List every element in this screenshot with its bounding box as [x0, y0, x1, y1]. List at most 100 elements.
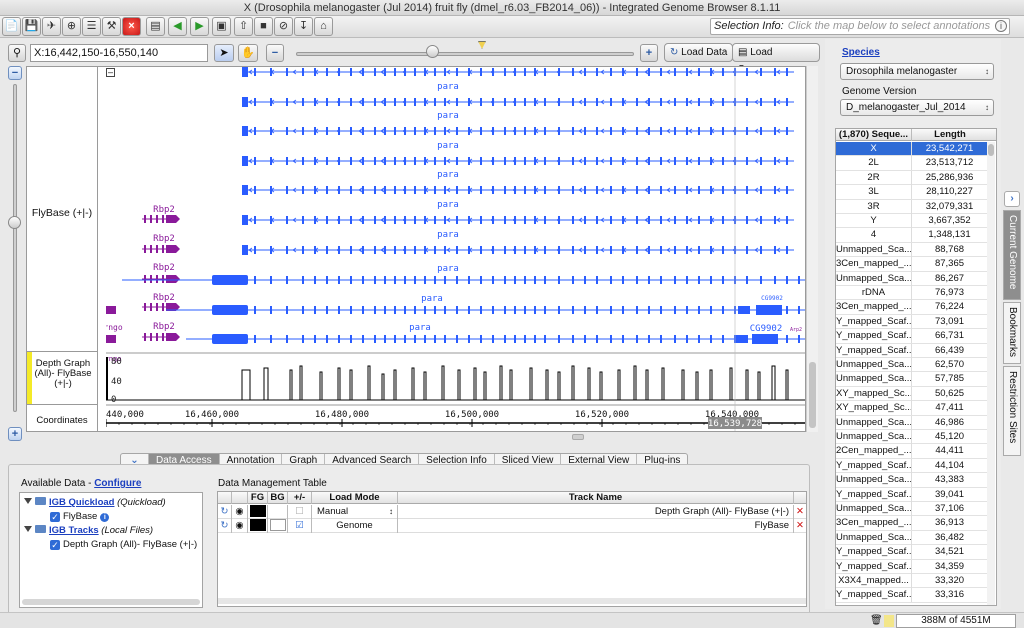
upload-icon[interactable]: ⇧ [234, 17, 253, 36]
gray-square-icon[interactable]: ■ [254, 17, 273, 36]
expand-icon[interactable] [24, 526, 32, 532]
horizontal-scrollbar[interactable] [22, 599, 200, 605]
sequence-row[interactable]: Y_mapped_Scaf... 73,091 [836, 314, 987, 330]
delete-icon[interactable]: ✕ [794, 505, 806, 519]
hand-icon[interactable]: ✋ [238, 44, 258, 62]
genome-version-select[interactable]: D_melanogaster_Jul_2014 ↕ [840, 99, 994, 116]
sequence-row[interactable]: 3Cen_mapped_... 36,913 [836, 516, 987, 531]
import-icon[interactable]: ↧ [294, 17, 313, 36]
table-row[interactable]: ↻ ◉ ☑ Genome FlyBase ✕ [218, 519, 806, 533]
foreground-color[interactable] [248, 519, 268, 533]
strand-checkbox-checked[interactable]: ☑ [288, 519, 312, 533]
sequence-row[interactable]: Unmapped_Sca... 62,570 [836, 358, 987, 373]
sequence-row[interactable]: Unmapped_Sca... 36,482 [836, 530, 987, 546]
track-name-cell[interactable]: FlyBase [398, 519, 794, 533]
horizontal-zoom-knob[interactable] [426, 45, 439, 58]
sequence-row[interactable]: X 23,542,271 [836, 142, 987, 157]
species-select[interactable]: Drosophila melanogaster ↕ [840, 63, 994, 80]
tab-bookmarks[interactable]: Bookmarks [1003, 302, 1021, 364]
sequence-row[interactable]: Y_mapped_Scaf... 33,316 [836, 588, 987, 603]
scripts-icon[interactable]: ☰ [82, 17, 101, 36]
home-icon[interactable]: ⌂ [314, 17, 333, 36]
sequence-row[interactable]: 4 1,348,131 [836, 228, 987, 243]
sequence-row[interactable]: 2Cen_mapped_... 44,411 [836, 444, 987, 459]
trash-icon[interactable]: 🗑 [870, 615, 883, 627]
load-sequence-button[interactable]: ▤ Load Sequence [732, 43, 820, 75]
sequence-row[interactable]: Unmapped_Sca... 46,986 [836, 415, 987, 430]
sequence-row[interactable]: XY_mapped_Sc... 47,411 [836, 401, 987, 416]
species-link[interactable]: Species [842, 47, 880, 58]
selection-info-field[interactable]: Selection Info: Click the map below to se… [710, 18, 1010, 35]
scrollbar-thumb[interactable] [988, 144, 994, 156]
sequence-row[interactable]: Unmapped_Sca... 86,267 [836, 271, 987, 286]
clear-icon[interactable]: ⊘ [274, 17, 293, 36]
sequence-row[interactable]: XY_mapped_Sc... 50,625 [836, 386, 987, 402]
tools-icon[interactable]: ⚒ [102, 17, 121, 36]
checkbox-checked-icon[interactable]: ✓ [50, 540, 60, 550]
collapse-track-icon[interactable]: – [106, 68, 115, 77]
forward-arrow-icon[interactable]: ▶ [190, 17, 209, 36]
tab-current-genome[interactable]: Current Genome [1003, 210, 1021, 300]
sequence-row[interactable]: rDNA 76,973 [836, 286, 987, 301]
zoom-out-button[interactable]: − [266, 44, 284, 62]
strand-checkbox[interactable]: ☐ [288, 505, 312, 519]
tree-item-flybase[interactable]: ✓ FlyBase i [50, 511, 110, 522]
film-icon[interactable]: ▣ [212, 17, 231, 36]
foreground-color[interactable] [248, 505, 268, 519]
info-icon[interactable]: i [995, 20, 1007, 32]
configure-link[interactable]: Configure [94, 478, 141, 489]
sequence-row[interactable]: Unmapped_Sca... 43,383 [836, 473, 987, 488]
refresh-icon[interactable]: ↻ [218, 519, 232, 533]
sequence-row[interactable]: Unmapped_Sca... 37,106 [836, 502, 987, 517]
info-icon[interactable]: i [100, 513, 110, 522]
load-mode-cell[interactable]: Genome [312, 519, 398, 533]
eye-icon[interactable]: ◉ [232, 505, 248, 519]
refresh-icon[interactable]: ↻ [218, 505, 232, 519]
sequence-row[interactable]: Unmapped_Sca... 45,120 [836, 430, 987, 445]
delete-icon[interactable]: ✕ [794, 519, 806, 533]
tree-item-depth-graph[interactable]: ✓ Depth Graph (All)- FlyBase (+|-) [50, 539, 197, 550]
tree-item-quickload[interactable]: IGB Quickload (Quickload) [24, 497, 166, 508]
sequence-row[interactable]: Y_mapped_Scaf... 44,104 [836, 458, 987, 474]
search-icon[interactable]: ⚲ [8, 44, 26, 62]
zoom-in-button[interactable]: + [640, 44, 658, 62]
sequence-row[interactable]: 3L 28,110,227 [836, 185, 987, 200]
horizontal-scrollbar[interactable] [218, 598, 806, 604]
load-mode-select[interactable]: Manual ↕ [312, 505, 398, 519]
track-name-cell[interactable]: Depth Graph (All)- FlyBase (+|-) [398, 505, 794, 519]
sequence-row[interactable]: Y_mapped_Scaf... 66,731 [836, 329, 987, 344]
sequence-table-scrollbar[interactable] [987, 142, 995, 605]
sequence-row[interactable]: Y 3,667,352 [836, 214, 987, 229]
tab-restriction-sites[interactable]: Restriction Sites [1003, 366, 1021, 456]
sequence-row[interactable]: Unmapped_Sca... 88,768 [836, 242, 987, 258]
open-file-icon[interactable]: 📄 [2, 17, 21, 36]
stop-icon[interactable]: × [122, 17, 141, 36]
background-color[interactable] [268, 519, 288, 533]
vertical-zoom-out-button[interactable]: − [8, 66, 22, 80]
split-divider[interactable] [0, 434, 820, 452]
scrollbar-thumb[interactable] [809, 362, 816, 428]
sequence-row[interactable]: Y_mapped_Scaf... 34,359 [836, 559, 987, 574]
sequence-row[interactable]: 3Cen_mapped_... 87,365 [836, 257, 987, 272]
divider-grip[interactable] [572, 434, 584, 440]
select-arrow-icon[interactable]: ➤ [214, 44, 234, 62]
sequence-row[interactable]: 2L 23,513,712 [836, 156, 987, 171]
notebook-icon[interactable]: ▤ [146, 17, 165, 36]
sequence-row[interactable]: 3Cen_mapped_... 76,224 [836, 300, 987, 315]
vertical-zoom-slider[interactable] [13, 84, 17, 412]
sequence-row[interactable]: Y_mapped_Scaf... 39,041 [836, 487, 987, 502]
checkbox-checked-icon[interactable]: ✓ [50, 512, 60, 522]
tracks-canvas[interactable]: para para para para para para Rbp2 Rbp2 Rbp2 Rbp2… [106, 67, 806, 432]
eye-icon[interactable]: ◉ [232, 519, 248, 533]
flybase-track-label[interactable]: FlyBase (+|-) [27, 207, 97, 219]
tree-item-igb-tracks[interactable]: IGB Tracks (Local Files) [24, 525, 153, 536]
load-data-button[interactable]: ↻ Load Data [664, 43, 734, 62]
sequence-row[interactable]: Y_mapped_Scaf... 34,521 [836, 545, 987, 560]
sequence-row[interactable]: 3R 32,079,331 [836, 199, 987, 214]
horizontal-zoom-slider[interactable] [296, 52, 634, 56]
depth-graph-track-label[interactable]: Depth Graph (All)- FlyBase (+|-) [31, 359, 95, 389]
load-sequence-icon[interactable]: ✈ [42, 17, 61, 36]
location-input[interactable]: X:16,442,150-16,550,140 [30, 44, 208, 62]
sequence-row[interactable]: Y_mapped_Scaf... 66,439 [836, 343, 987, 358]
save-icon[interactable]: 💾 [22, 17, 41, 36]
